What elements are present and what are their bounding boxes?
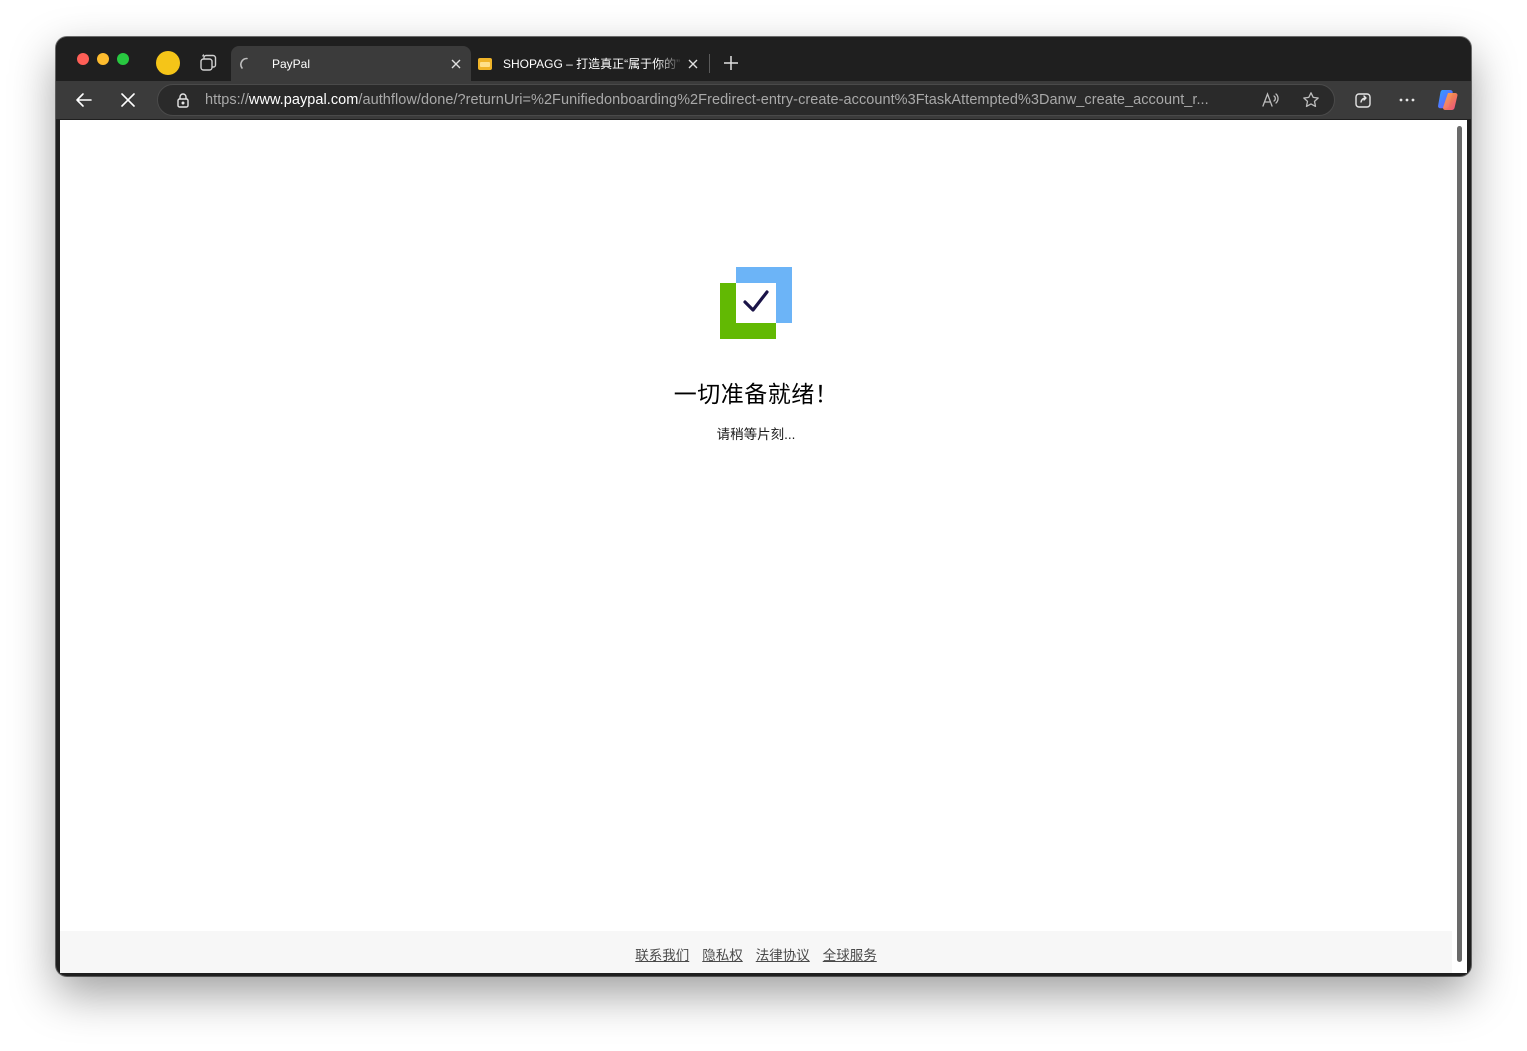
page-viewport: 一切准备就绪！ 请稍等片刻... 联系我们 隐私权 法律协议 全球服务 — [60, 120, 1452, 973]
close-tab-icon[interactable] — [447, 55, 465, 73]
url-domain: www.paypal.com — [248, 92, 359, 108]
tab-paypal[interactable]: PayPal — [231, 46, 471, 81]
more-icon[interactable] — [1393, 86, 1421, 114]
star-icon[interactable] — [1300, 89, 1322, 111]
footer-link-privacy[interactable]: 隐私权 — [702, 944, 743, 964]
page-title: 一切准备就绪！ — [673, 381, 839, 407]
tab-shopagg[interactable]: SHOPAGG – 打造真正“属于你的” — [472, 46, 708, 81]
footer-link-worldwide[interactable]: 全球服务 — [823, 944, 877, 964]
url-path: /authflow/done/?returnUri=%2Funifiedonbo… — [358, 92, 1209, 108]
minimize-window-button[interactable] — [97, 53, 109, 65]
loading-spinner-icon — [239, 56, 255, 72]
scrollbar[interactable] — [1452, 120, 1467, 973]
stop-loading-icon[interactable] — [114, 86, 142, 114]
navigation-toolbar: https://www.paypal.com/authflow/done/?re… — [56, 81, 1471, 119]
profile-avatar[interactable] — [156, 51, 180, 75]
checklist-success-icon — [720, 267, 792, 339]
footer-link-legal[interactable]: 法律协议 — [756, 944, 810, 964]
tab-actions-icon[interactable] — [197, 52, 219, 74]
scrollbar-thumb[interactable] — [1457, 126, 1462, 962]
address-bar[interactable]: https://www.paypal.com/authflow/done/?re… — [157, 84, 1335, 116]
shopagg-favicon — [477, 56, 493, 72]
tab-title: SHOPAGG – 打造真正“属于你的” — [503, 57, 681, 71]
url-text[interactable]: https://www.paypal.com/authflow/done/?re… — [205, 92, 1246, 108]
tab-strip: PayPal SHOPAGG – 打造真正“属于你的” — [56, 37, 1471, 81]
read-aloud-icon[interactable] — [1260, 89, 1282, 111]
browser-window: PayPal SHOPAGG – 打造真正“属于你的” https://www.… — [56, 37, 1471, 976]
footer-link-contact[interactable]: 联系我们 — [635, 944, 689, 964]
close-tab-icon[interactable] — [684, 55, 702, 73]
tab-title: PayPal — [272, 56, 311, 71]
close-window-button[interactable] — [77, 53, 89, 65]
lock-icon[interactable] — [175, 92, 191, 108]
page-footer: 联系我们 隐私权 法律协议 全球服务 — [60, 931, 1452, 973]
new-tab-button[interactable] — [720, 52, 742, 74]
back-arrow-icon[interactable] — [70, 86, 98, 114]
url-scheme: https:// — [205, 92, 249, 108]
copilot-icon[interactable] — [1434, 86, 1462, 114]
maximize-window-button[interactable] — [117, 53, 129, 65]
share-icon[interactable] — [1349, 86, 1377, 114]
page-subtitle: 请稍等片刻... — [716, 427, 796, 442]
tab-divider — [709, 54, 710, 73]
